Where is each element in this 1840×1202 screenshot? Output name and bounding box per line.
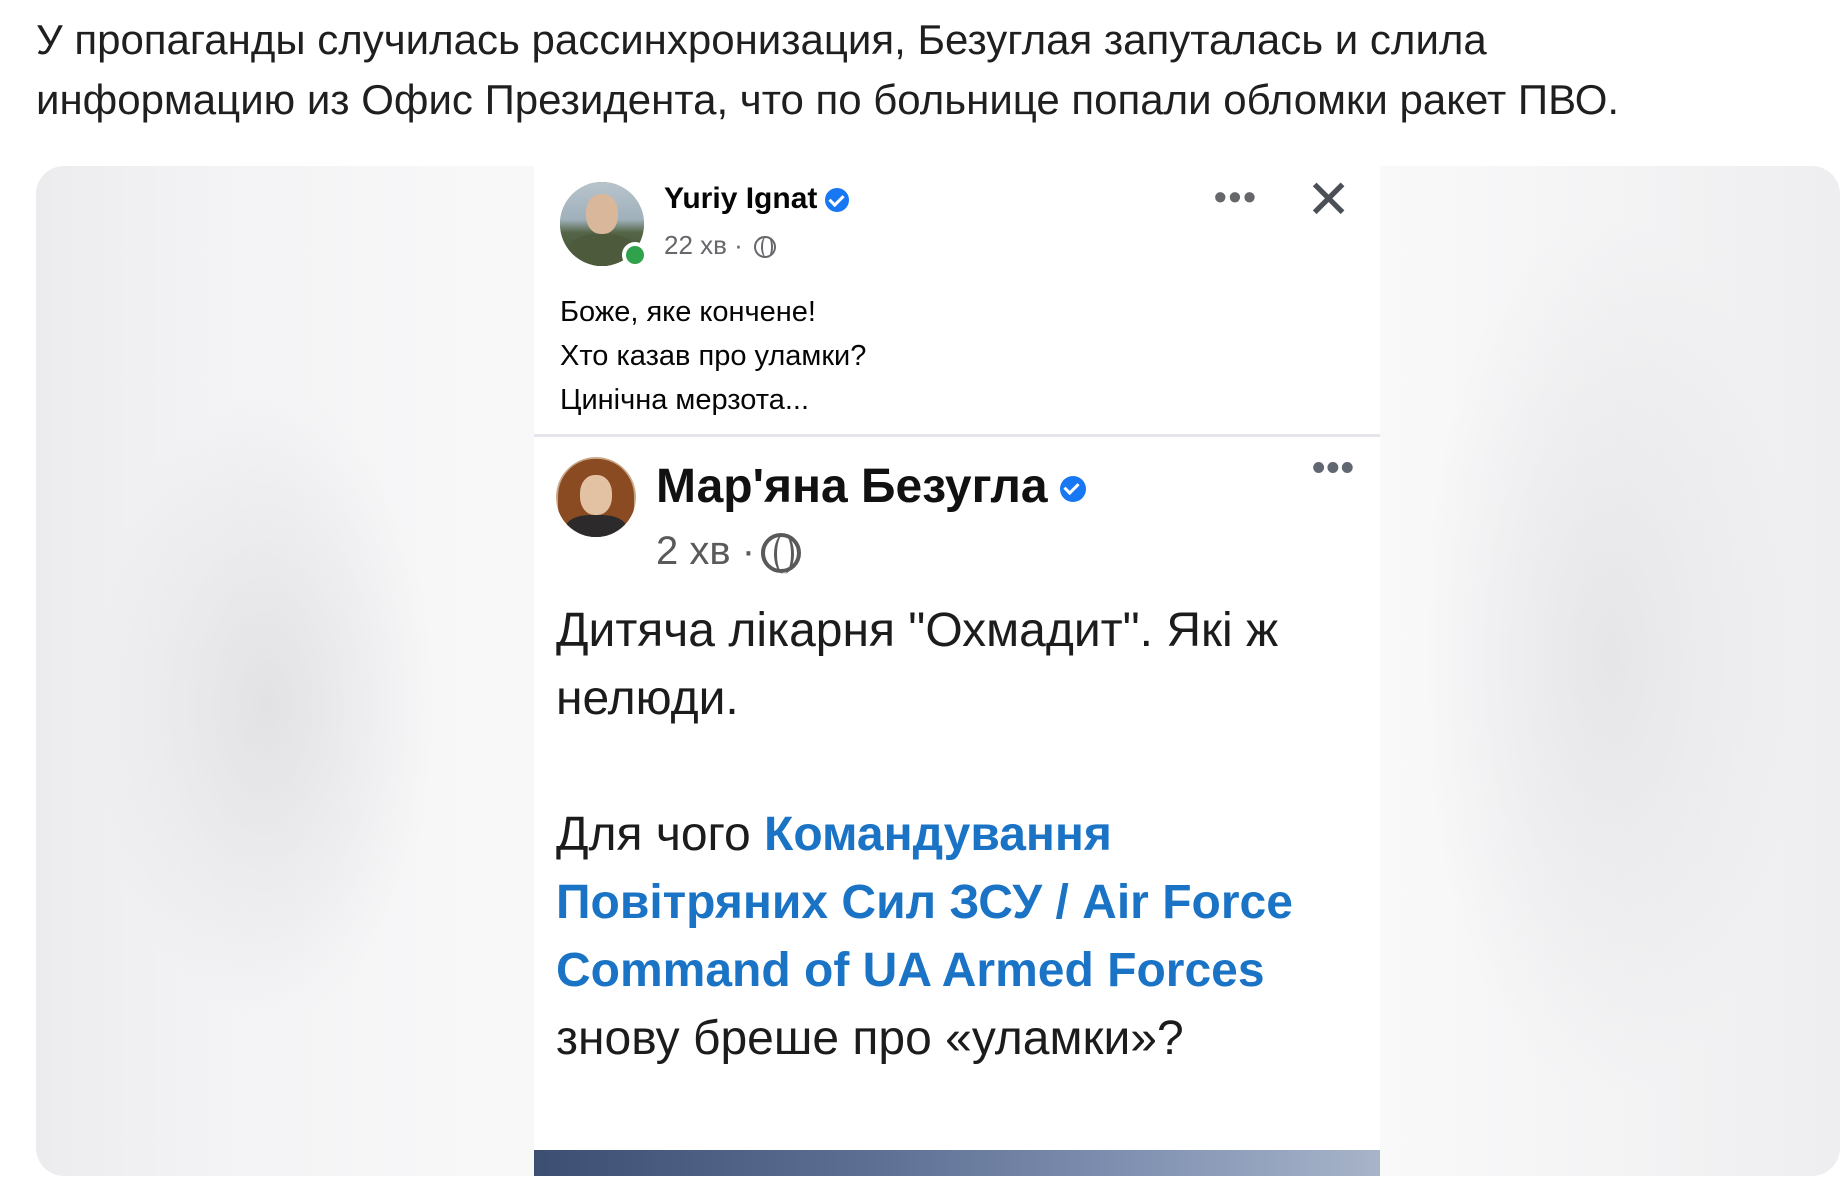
verified-badge-icon — [1059, 476, 1086, 503]
cropped-image-edge — [534, 1150, 1380, 1176]
online-status-icon — [622, 242, 648, 268]
post-text-line: Боже, яке кончене! — [560, 296, 816, 328]
caption-line-1: У пропаганды случилась рассинхронизация,… — [36, 16, 1487, 63]
avatar — [556, 457, 636, 537]
post-author: Мар'яна Безугла — [656, 459, 1086, 514]
post-meta: 2 хв · — [656, 529, 802, 575]
globe-icon — [761, 533, 802, 575]
author-name[interactable]: Yuriy Ignat — [664, 182, 817, 215]
globe-icon — [754, 236, 777, 259]
post-caption: У пропаганды случилась рассинхронизация,… — [36, 10, 1826, 130]
blurred-background-left — [96, 386, 436, 1026]
close-icon[interactable]: ✕ — [1306, 172, 1351, 228]
post-meta: 22 хв · — [664, 230, 777, 261]
post-author[interactable]: Yuriy Ignat — [664, 182, 850, 216]
text-fragment: знову бреше про «уламки»? — [556, 1012, 1184, 1065]
author-name: Мар'яна Безугла — [656, 460, 1048, 513]
post-text: Дитяча лікарня "Охмадит". Які ж нелюди. … — [556, 597, 1356, 1073]
more-options-icon[interactable]: ••• — [1214, 176, 1258, 218]
blurred-background-right — [1420, 206, 1800, 1106]
post-time[interactable]: 22 хв · — [664, 230, 743, 260]
verified-badge-icon — [825, 188, 850, 213]
shared-post: Мар'яна Безугла 2 хв · ••• Дитяча лікарн… — [534, 434, 1380, 1176]
embedded-screenshot[interactable]: Yuriy Ignat 22 хв · ••• ✕ Боже, яке конч… — [534, 166, 1380, 1176]
post-text: Боже, яке кончене! Хто казав про уламки?… — [560, 290, 866, 422]
post-text-paragraph: Для чого Командування Повітряних Сил ЗСУ… — [556, 801, 1356, 1073]
post-text-line: Хто казав про уламки? — [560, 340, 867, 372]
post-text-line: Цинічна мерзота... — [560, 384, 810, 416]
more-options-icon: ••• — [1312, 447, 1355, 489]
text-fragment: Для чого — [556, 808, 765, 861]
post-text-paragraph: Дитяча лікарня "Охмадит". Які ж нелюди. — [556, 604, 1279, 725]
post-time: 2 хв · — [656, 529, 756, 573]
caption-line-2: информацию из Офис Президента, что по бо… — [36, 76, 1620, 123]
